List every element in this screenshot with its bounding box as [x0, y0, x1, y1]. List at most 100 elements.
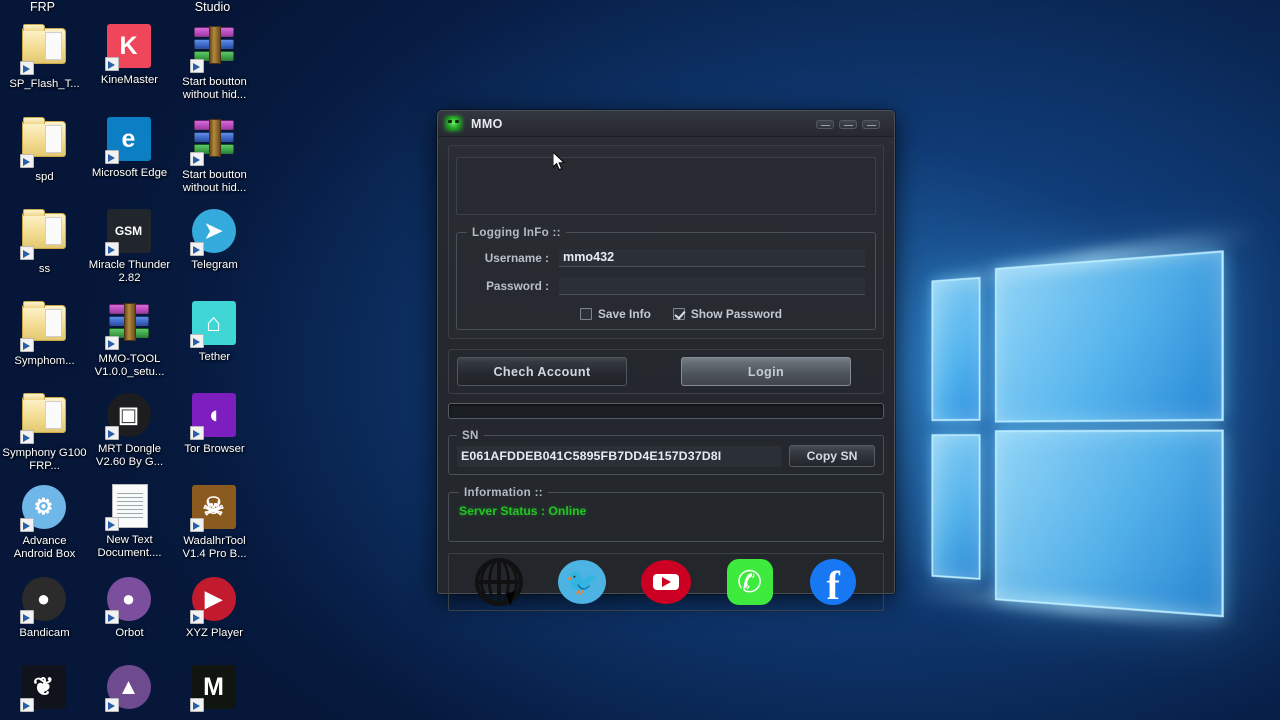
desktop-icon[interactable]: ▶ XYZ Player — [172, 575, 257, 640]
tether-icon: ⌂ — [192, 301, 238, 347]
show-password-label: Show Password — [691, 307, 782, 321]
desktop-icon[interactable]: e Microsoft Edge — [87, 115, 172, 180]
desktop-column-headers: FRP Studio — [0, 0, 268, 20]
text-document-icon — [107, 484, 153, 530]
xyz-player-icon: ▶ — [192, 577, 238, 623]
username-label: Username : — [467, 251, 559, 265]
shortcut-arrow-icon — [105, 336, 119, 350]
youtube-icon[interactable] — [640, 560, 692, 604]
desktop-icon-label: Tor Browser — [172, 443, 257, 456]
shortcut-arrow-icon — [105, 698, 119, 712]
sn-row: E061AFDDEB041C5895FB7DD4E157D37D8I Copy … — [457, 445, 875, 467]
desktop-icon[interactable]: SP_Flash_T... — [2, 22, 87, 91]
column-header-frp: FRP — [0, 0, 85, 14]
shortcut-arrow-icon — [105, 150, 119, 164]
desktop-icon[interactable]: Start boutton without hid... — [172, 22, 257, 102]
login-button[interactable]: Login — [681, 357, 851, 386]
shortcut-arrow-icon — [105, 610, 119, 624]
kinemaster-icon: K — [107, 24, 153, 70]
save-info-checkbox[interactable]: Save Info — [580, 307, 651, 321]
folder-icon — [22, 397, 68, 443]
facebook-icon[interactable]: f — [807, 560, 859, 604]
desktop-icon[interactable]: ❦ — [2, 663, 87, 715]
shortcut-arrow-icon — [105, 57, 119, 71]
desktop-icon[interactable]: ⌂ Tether — [172, 299, 257, 364]
shortcut-arrow-icon — [20, 430, 34, 444]
username-input[interactable] — [559, 249, 865, 267]
shortcut-arrow-icon — [190, 518, 204, 532]
desktop-icon-label: spd — [2, 171, 87, 184]
shortcut-arrow-icon — [190, 610, 204, 624]
minimize-button[interactable] — [816, 120, 834, 129]
twitter-icon[interactable]: 🐦 — [556, 560, 608, 604]
save-info-checkbox-box — [580, 308, 592, 320]
desktop-icon[interactable]: ▣ MRT Dongle V2.60 By G... — [87, 391, 172, 469]
window-title: MMO — [471, 117, 503, 131]
maximize-button[interactable] — [839, 120, 857, 129]
folder-icon — [22, 213, 68, 259]
sn-value[interactable]: E061AFDDEB041C5895FB7DD4E157D37D8I — [457, 446, 781, 467]
desktop-icon[interactable]: K KineMaster — [87, 22, 172, 87]
winrar-archive-icon — [107, 303, 153, 349]
windows-logo-wallpaper — [931, 249, 1234, 624]
tor-browser-icon: ◖ — [192, 393, 238, 439]
login-options-row: Save Info Show Password — [467, 307, 865, 321]
desktop-icon[interactable]: ☠ WadalhrTool V1.4 Pro B... — [172, 483, 257, 561]
whatsapp-icon[interactable]: ✆ — [724, 560, 776, 604]
desktop-icon-label: Start boutton without hid... — [172, 76, 257, 102]
shortcut-arrow-icon — [105, 426, 119, 440]
desktop-icon[interactable]: ➤ Telegram — [172, 207, 257, 272]
desktop-icon[interactable]: ▲ — [87, 663, 172, 715]
desktop-icon[interactable]: Start boutton without hid... — [172, 115, 257, 195]
username-row: Username : — [467, 246, 865, 269]
desktop-icon[interactable]: ● Bandicam — [2, 575, 87, 640]
desktop-icon-label: SP_Flash_T... — [2, 78, 87, 91]
youtube-badge-shape — [641, 560, 691, 604]
copy-sn-button[interactable]: Copy SN — [789, 445, 875, 467]
password-input[interactable] — [559, 277, 865, 295]
output-log-box[interactable] — [456, 157, 876, 215]
desktop-icon[interactable]: ss — [2, 207, 87, 276]
desktop-icon[interactable]: ⚙ Advance Android Box — [2, 483, 87, 561]
shortcut-arrow-icon — [20, 61, 34, 75]
fox-icon: ▲ — [107, 665, 153, 711]
desktop-icon-label: KineMaster — [87, 74, 172, 87]
desktop-icon[interactable]: GSM Miracle Thunder 2.82 — [87, 207, 172, 285]
desktop-icon[interactable]: M — [172, 663, 257, 715]
shortcut-arrow-icon — [190, 242, 204, 256]
desktop-icon-label: Miracle Thunder 2.82 — [87, 259, 172, 285]
password-row: Password : — [467, 274, 865, 297]
desktop-icon-label: Telegram — [172, 259, 257, 272]
winrar-archive-icon — [192, 119, 238, 165]
shortcut-arrow-icon — [20, 698, 34, 712]
desktop-icon[interactable]: ◖ Tor Browser — [172, 391, 257, 456]
desktop-icon-label: New Text Document.... — [87, 534, 172, 560]
sn-group: SN E061AFDDEB041C5895FB7DD4E157D37D8I Co… — [448, 429, 884, 475]
desktop-icon[interactable]: MMO-TOOL V1.0.0_setu... — [87, 299, 172, 379]
shortcut-arrow-icon — [20, 338, 34, 352]
desktop-icon[interactable]: New Text Document.... — [87, 483, 172, 560]
logging-info-legend: Logging InFo :: — [467, 226, 566, 239]
shortcut-arrow-icon — [190, 152, 204, 166]
action-button-panel: Chech Account Login — [448, 349, 884, 394]
window-titlebar[interactable]: MMO — [438, 111, 894, 137]
save-info-label: Save Info — [598, 307, 651, 321]
desktop-icon-label: Symphom... — [2, 355, 87, 368]
window-body: Logging InFo :: Username : Password : Sa… — [438, 137, 894, 611]
top-panel: Logging InFo :: Username : Password : Sa… — [448, 145, 884, 339]
desktop-icon[interactable]: ● Orbot — [87, 575, 172, 640]
folder-icon — [22, 28, 68, 74]
desktop-icon-label: ss — [2, 263, 87, 276]
desktop-icon-label: Bandicam — [2, 627, 87, 640]
desktop-icon[interactable]: Symphom... — [2, 299, 87, 368]
close-button[interactable] — [862, 120, 880, 129]
check-account-button[interactable]: Chech Account — [457, 357, 627, 386]
sn-legend: SN — [457, 429, 484, 442]
facebook-badge-shape: f — [810, 559, 856, 605]
desktop-icon[interactable]: spd — [2, 115, 87, 184]
show-password-checkbox[interactable]: Show Password — [673, 307, 782, 321]
shortcut-arrow-icon — [20, 154, 34, 168]
information-group: Information :: Server Status : Online — [448, 486, 884, 542]
desktop-icon[interactable]: Symphony G100 FRP... — [2, 391, 87, 473]
website-icon[interactable] — [473, 560, 525, 604]
